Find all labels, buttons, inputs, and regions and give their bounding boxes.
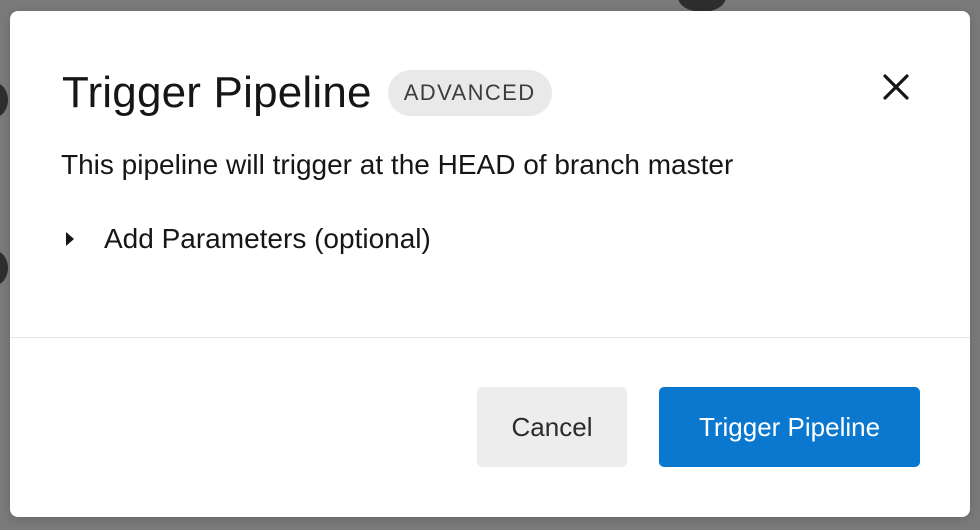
trigger-pipeline-button[interactable]: Trigger Pipeline [659,387,920,467]
background-avatar [0,250,8,286]
add-parameters-toggle[interactable]: Add Parameters (optional) [66,221,431,257]
trigger-pipeline-modal: Trigger Pipeline ADVANCED This pipeline … [10,11,970,517]
close-button[interactable] [876,67,916,107]
footer-divider [10,337,970,338]
modal-header: Trigger Pipeline ADVANCED [62,67,552,119]
close-icon [883,74,909,100]
modal-title: Trigger Pipeline [62,68,372,117]
add-parameters-label: Add Parameters (optional) [104,223,431,254]
advanced-badge: ADVANCED [387,70,552,116]
caret-right-icon [66,232,74,246]
modal-description: This pipeline will trigger at the HEAD o… [61,149,734,180]
background-avatar [0,82,8,118]
cancel-button[interactable]: Cancel [477,387,627,467]
